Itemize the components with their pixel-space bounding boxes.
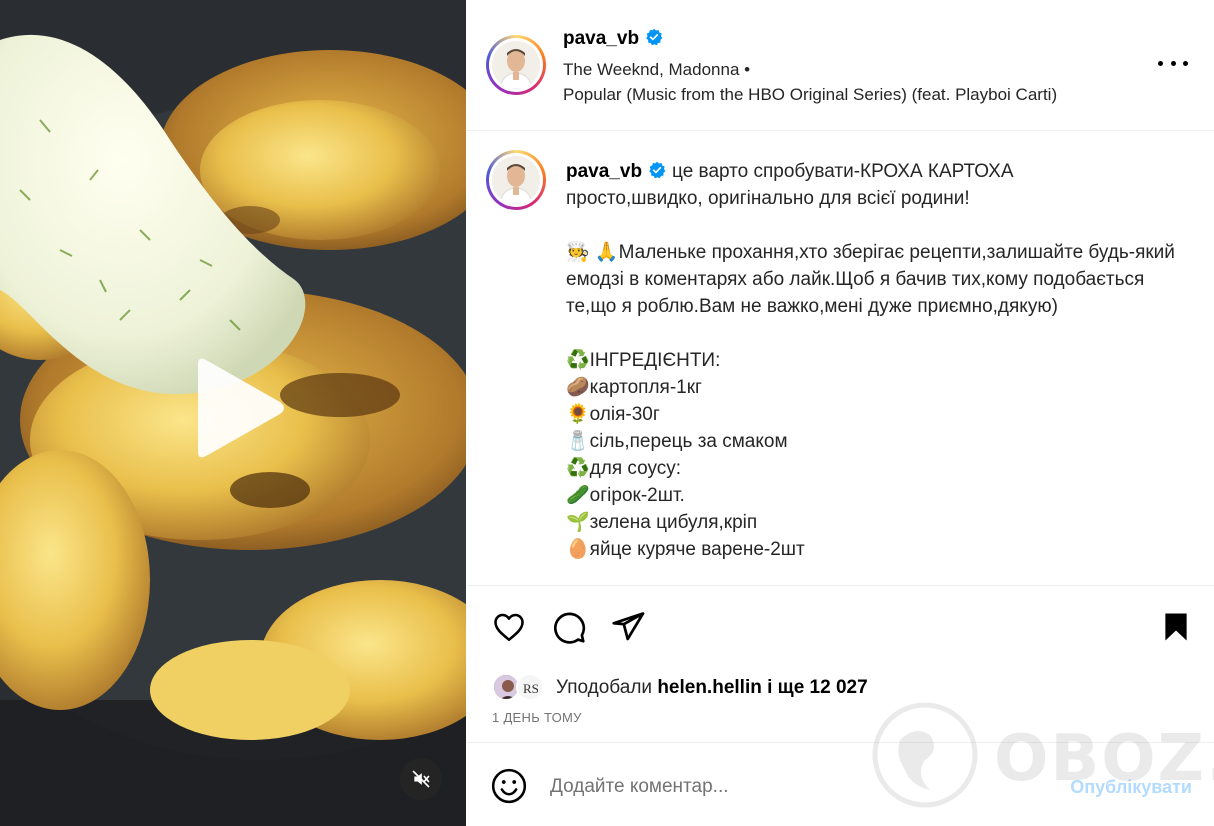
play-icon [198, 358, 284, 458]
liker-avatar-image: RS [518, 675, 542, 699]
author-avatar[interactable] [486, 35, 546, 95]
smiley-icon [491, 768, 527, 804]
verified-badge-icon [649, 161, 666, 179]
save-button[interactable] [1156, 607, 1196, 647]
caption-author-avatar[interactable] [486, 150, 546, 210]
music-artists[interactable]: The Weeknd, Madonna • [563, 60, 750, 80]
play-button[interactable] [188, 356, 288, 460]
ingredient-line: 🥚яйце куряче варене-2шт [566, 539, 805, 560]
ingredient-line: 🌻олія-30г [566, 404, 660, 425]
share-button[interactable] [608, 607, 648, 647]
liker-username[interactable]: helen.hellin [657, 677, 762, 698]
more-options-icon [1158, 60, 1163, 66]
ingredient-line: 🌱зелена цибуля,кріп [566, 512, 758, 533]
post-details-panel: pava_vb The Weeknd, Madonna • Popular (M… [466, 0, 1214, 826]
likes-prefix: Уподобали [556, 677, 653, 698]
caption-scroll-area[interactable]: pava_vb це варто спробувати-КРОХА КАРТОХ… [466, 131, 1214, 586]
ingredient-line: ♻️для соусу: [566, 458, 682, 479]
liker-avatar: RS [516, 673, 544, 701]
ingredient-line: 🧂сіль,перець за смаком [566, 431, 788, 452]
ingredient-line: ♻️ІНГРЕДІЄНТИ: [566, 350, 721, 371]
paper-plane-icon [612, 612, 645, 641]
ingredient-line: 🥔картопля-1кг [566, 377, 702, 398]
caption-avatar-image [492, 156, 540, 204]
author-username[interactable]: pava_vb [563, 28, 639, 49]
post-media-video[interactable] [0, 0, 466, 826]
publish-button[interactable]: Опублікувати [1070, 777, 1192, 798]
caption-line-1: це варто спробувати-КРОХА КАРТОХА [672, 161, 1014, 182]
likes-count[interactable]: і ще 12 027 [767, 677, 868, 698]
heart-icon [494, 613, 524, 642]
comment-bubble-icon [553, 612, 586, 644]
comment-composer: Опублікувати [466, 742, 1214, 826]
caption-request-paragraph: 🧑‍🍳 🙏Маленьке прохання,хто зберігає реце… [566, 242, 1175, 317]
caption-username[interactable]: pava_vb [566, 161, 642, 182]
caption-line-2: просто,швидко, оригінально для всієї род… [566, 188, 970, 209]
more-options-button[interactable] [1158, 50, 1188, 76]
mute-toggle-button[interactable] [400, 758, 442, 800]
ingredient-line: 🥒огірок-2шт. [566, 485, 685, 506]
speaker-muted-icon [412, 770, 430, 788]
svg-text:RS: RS [523, 681, 539, 696]
comment-button[interactable] [549, 607, 589, 647]
emoji-picker-button[interactable] [490, 767, 528, 805]
author-avatar-image [492, 41, 540, 89]
post-header: pava_vb The Weeknd, Madonna • Popular (M… [466, 0, 1214, 131]
music-track[interactable]: Popular (Music from the HBO Original Ser… [563, 85, 1057, 105]
likes-summary: RS Уподобали helen.hellin і ще 12 027 [492, 672, 868, 704]
bookmark-icon [1165, 613, 1187, 641]
liker-avatars[interactable]: RS [492, 673, 550, 703]
post-actions-bar [466, 586, 1214, 676]
like-button[interactable] [489, 607, 529, 647]
post-timestamp[interactable]: 1 ДЕНЬ ТОМУ [492, 710, 582, 725]
comment-input[interactable] [550, 771, 1030, 803]
verified-badge-icon [646, 28, 663, 46]
post-caption: pava_vb це варто спробувати-КРОХА КАРТОХ… [566, 158, 1176, 563]
